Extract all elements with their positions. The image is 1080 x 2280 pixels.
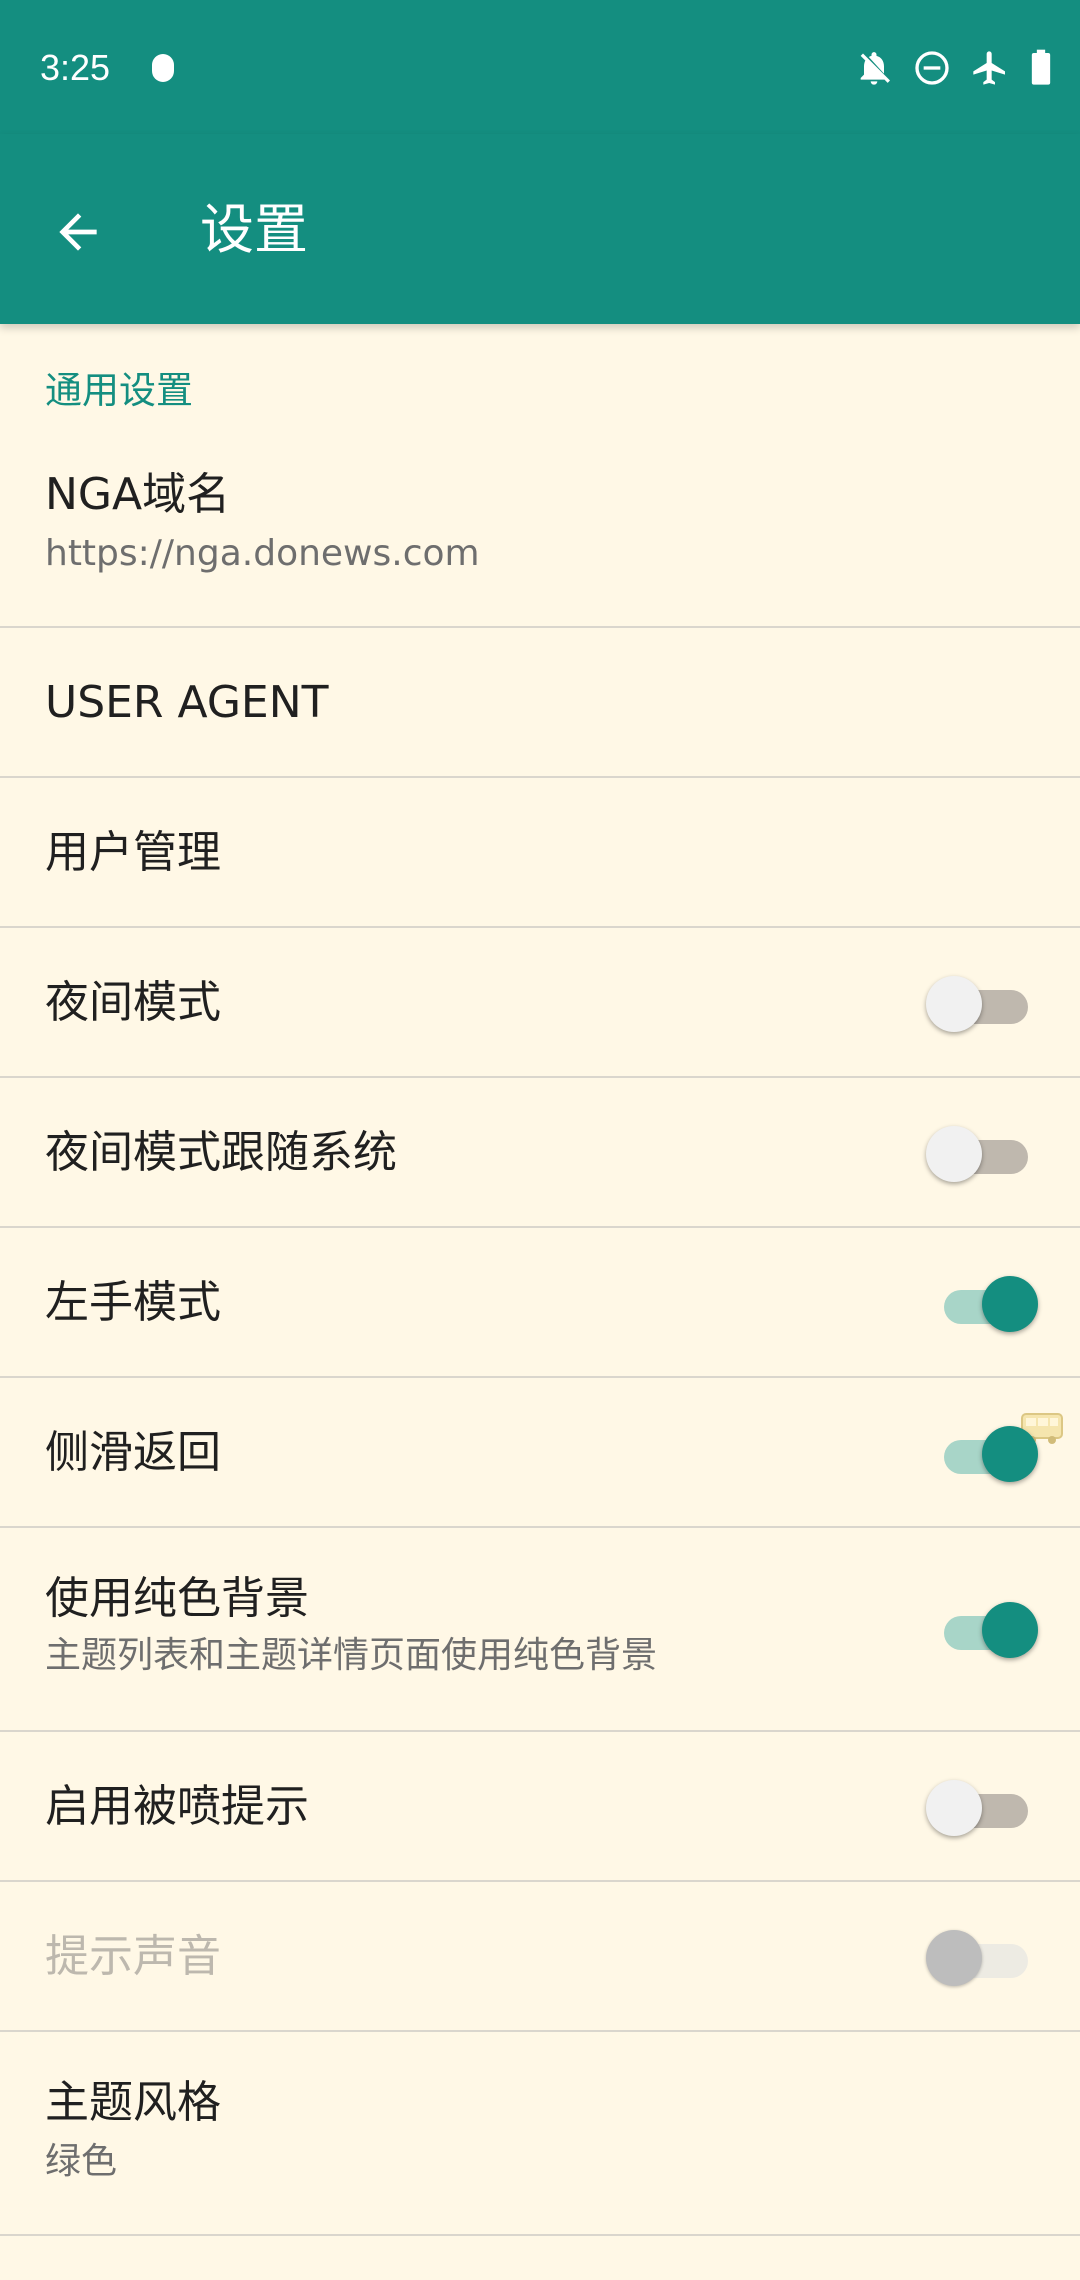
pref-user-manage-title: 用户管理 [45, 827, 221, 878]
pref-notify-sound-title: 提示声音 [45, 1931, 221, 1982]
night-mode-switch[interactable] [926, 976, 1028, 1032]
pref-night-follow-system-title: 夜间模式跟随系统 [45, 1127, 397, 1178]
pref-solid-bg-title: 使用纯色背景 [45, 1573, 309, 1624]
page-title: 设置 [200, 198, 308, 261]
pref-nga-domain-title: NGA域名 [45, 469, 231, 520]
section-header: 通用设置 [0, 324, 1080, 422]
battery-icon [1028, 48, 1054, 88]
notify-sound-switch [926, 1930, 1028, 1986]
airplane-icon [970, 48, 1010, 88]
pref-reply-notify[interactable]: 启用被喷提示 [0, 1732, 1080, 1882]
pref-night-mode[interactable]: 夜间模式 [0, 928, 1080, 1078]
arrow-back-icon [59, 213, 97, 251]
pref-theme[interactable]: 主题风格 绿色 [0, 2032, 1080, 2236]
bell-off-icon [854, 48, 894, 88]
do-not-disturb-icon [912, 48, 952, 88]
pref-theme-title: 主题风格 [45, 2077, 221, 2128]
notification-dot-icon [152, 54, 174, 82]
pref-user-manage[interactable]: 用户管理 [0, 778, 1080, 928]
pref-swipe-back-title: 侧滑返回 [45, 1427, 221, 1478]
section-header-label: 通用设置 [45, 369, 193, 412]
pref-nga-domain-summary: https://nga.donews.com [45, 533, 480, 574]
switch-thumb [982, 1426, 1038, 1482]
swipe-back-switch[interactable] [936, 1426, 1038, 1482]
status-icons [854, 44, 1054, 92]
pref-solid-bg[interactable]: 使用纯色背景 主题列表和主题详情页面使用纯色背景 [0, 1528, 1080, 1732]
pref-nga-domain-row[interactable]: NGA域名 https://nga.donews.com [0, 422, 1080, 628]
status-bar: 3:25 [0, 0, 1080, 134]
pref-swipe-back[interactable]: 侧滑返回 [0, 1378, 1080, 1528]
night-follow-system-switch[interactable] [926, 1126, 1028, 1182]
pref-user-agent[interactable]: USER AGENT [0, 628, 1080, 778]
pref-reply-notify-title: 启用被喷提示 [45, 1781, 309, 1832]
pref-left-hand-title: 左手模式 [45, 1277, 221, 1328]
settings-items: NGA域名 https://nga.donews.com USER AGENT … [0, 422, 1080, 2236]
switch-thumb [926, 1930, 982, 1986]
pref-user-agent-title: USER AGENT [45, 677, 329, 728]
app-toolbar: 设置 [0, 134, 1080, 324]
pref-notify-sound: 提示声音 [0, 1882, 1080, 2032]
switch-thumb [926, 1780, 982, 1836]
pref-night-mode-title: 夜间模式 [45, 977, 221, 1028]
left-hand-switch[interactable] [936, 1276, 1038, 1332]
pref-solid-bg-summary: 主题列表和主题详情页面使用纯色背景 [45, 1635, 658, 1676]
switch-thumb [926, 976, 982, 1032]
pref-left-hand[interactable]: 左手模式 [0, 1228, 1080, 1378]
switch-thumb [926, 1126, 982, 1182]
back-button[interactable] [30, 184, 126, 280]
pref-night-follow-system[interactable]: 夜间模式跟随系统 [0, 1078, 1080, 1228]
switch-thumb [982, 1276, 1038, 1332]
reply-notify-switch[interactable] [926, 1780, 1028, 1836]
status-time: 3:25 [40, 47, 111, 88]
pref-theme-summary: 绿色 [45, 2141, 118, 2182]
solid-bg-switch[interactable] [936, 1602, 1038, 1658]
switch-thumb [982, 1602, 1038, 1658]
settings-list: 通用设置 NGA域名 [0, 324, 1080, 422]
